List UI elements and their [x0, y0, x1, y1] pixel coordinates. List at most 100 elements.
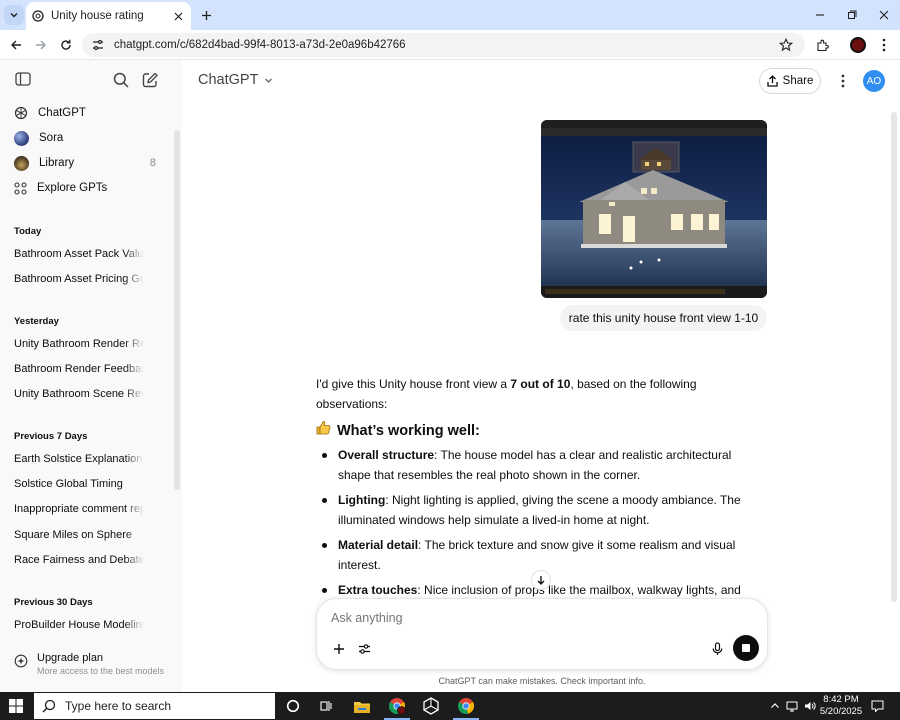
- taskbar-clock[interactable]: 8:42 PM 5/20/2025: [818, 694, 864, 718]
- unity-hub-icon[interactable]: [414, 692, 448, 720]
- bookmark-star-icon[interactable]: [779, 38, 793, 52]
- file-explorer-icon[interactable]: [345, 692, 379, 720]
- tab-search-chevron-icon[interactable]: [4, 5, 24, 25]
- prompt-input[interactable]: [331, 611, 691, 625]
- chatgpt-favicon-icon: [32, 10, 44, 22]
- site-info-icon[interactable]: [92, 39, 104, 51]
- upgrade-subtitle: More access to the best models: [37, 666, 165, 676]
- back-arrow-icon[interactable]: [6, 35, 26, 55]
- conversation-item[interactable]: Unity Bathroom Scene Review: [14, 388, 144, 400]
- sidebar-scrollbar[interactable]: [174, 130, 180, 490]
- taskbar-search-placeholder: Type here to search: [65, 699, 172, 713]
- sidebar-item-library[interactable]: Library 8: [8, 151, 168, 175]
- explore-grid-icon: [14, 181, 27, 195]
- sidebar-item-chatgpt[interactable]: ChatGPT: [8, 101, 168, 125]
- conversation-item[interactable]: Bathroom Asset Pack Value: [14, 248, 144, 260]
- user-avatar[interactable]: AO: [863, 70, 885, 92]
- system-tray: [770, 692, 816, 720]
- browser-toolbar: chatgpt.com/c/682d4bad-99f4-8013-a73d-2e…: [0, 30, 900, 60]
- list-item: Material detail: The brick texture and s…: [316, 535, 766, 575]
- search-chats-icon[interactable]: [113, 72, 129, 88]
- sidebar: ChatGPT Sora Library 8 Explore GPTs Toda…: [0, 60, 182, 692]
- section-title-yesterday: Yesterday: [14, 316, 59, 327]
- windows-start-icon[interactable]: [8, 698, 24, 714]
- conversation-item[interactable]: ProBuilder House Modeling Tips: [14, 619, 144, 631]
- chatgpt-logo-icon: [14, 106, 28, 120]
- notification-center-icon[interactable]: [871, 700, 884, 712]
- conversation-item[interactable]: Earth Solstice Explanation: [14, 453, 144, 465]
- chat-main: ChatGPT Share AO rate this unity house f…: [182, 60, 900, 692]
- arrow-down-icon: [537, 576, 545, 585]
- clock-date: 5/20/2025: [819, 706, 863, 717]
- clock-time: 8:42 PM: [823, 694, 859, 705]
- forward-arrow-icon[interactable]: [31, 35, 51, 55]
- share-upload-icon: [767, 75, 778, 87]
- reply-intro: I'd give this Unity house front view a 7…: [316, 377, 697, 411]
- sora-logo-icon: [14, 130, 29, 146]
- conversation-item[interactable]: Unity Bathroom Render Review: [14, 338, 144, 350]
- conversation-item[interactable]: Bathroom Render Feedback: [14, 363, 144, 375]
- sidebar-item-label: Sora: [39, 132, 64, 144]
- add-attachment-plus-icon[interactable]: [331, 641, 347, 657]
- section-title-today: Today: [14, 226, 42, 237]
- conversation-item[interactable]: Bathroom Asset Pricing Guide: [14, 273, 144, 285]
- model-name: ChatGPT: [198, 72, 259, 88]
- conversation-item[interactable]: Solstice Global Timing: [14, 478, 144, 490]
- upgrade-plan-button[interactable]: Upgrade plan More access to the best mod…: [8, 648, 174, 684]
- browser-profile-avatar[interactable]: [850, 37, 866, 53]
- new-chat-icon[interactable]: [142, 72, 158, 88]
- sidebar-item-explore-gpts[interactable]: Explore GPTs: [8, 176, 168, 200]
- window-close-icon[interactable]: [874, 5, 894, 25]
- stop-generating-button[interactable]: [733, 635, 759, 661]
- reply-bullet-list: Overall structure: The house model has a…: [316, 445, 766, 620]
- user-message-bubble: rate this unity house front view 1-10: [560, 305, 767, 331]
- address-bar[interactable]: chatgpt.com/c/682d4bad-99f4-8013-a73d-2e…: [82, 33, 805, 57]
- reload-icon[interactable]: [56, 35, 76, 55]
- upgrade-sparkle-icon: [14, 654, 28, 668]
- windows-taskbar: Type here to search 8:42 PM 5/20/2025: [0, 692, 900, 720]
- extensions-puzzle-icon[interactable]: [812, 35, 832, 55]
- chat-scrollbar[interactable]: [891, 112, 897, 602]
- taskbar-search-box[interactable]: Type here to search: [34, 693, 275, 719]
- tools-sliders-icon[interactable]: [356, 641, 372, 657]
- browser-tab-active[interactable]: Unity house rating: [26, 2, 191, 30]
- tray-chevron-up-icon[interactable]: [770, 701, 780, 711]
- library-count-badge: 8: [149, 157, 156, 169]
- list-item: Overall structure: The house model has a…: [316, 445, 766, 485]
- scroll-to-bottom-button[interactable]: [531, 570, 551, 590]
- microphone-icon[interactable]: [709, 641, 725, 657]
- browser-menu-icon[interactable]: [876, 35, 892, 55]
- new-tab-plus-icon[interactable]: [197, 6, 215, 24]
- section-title-previous-7-days: Previous 7 Days: [14, 431, 88, 442]
- upgrade-title: Upgrade plan: [37, 652, 104, 664]
- reply-score: 7 out of 10: [510, 377, 571, 391]
- url-text: chatgpt.com/c/682d4bad-99f4-8013-a73d-2e…: [114, 39, 406, 51]
- tab-close-icon[interactable]: [171, 9, 185, 23]
- library-thumbnail-icon: [14, 155, 29, 171]
- window-minimize-icon[interactable]: [810, 5, 830, 25]
- conversation-options-icon[interactable]: [833, 70, 853, 92]
- conversation-item[interactable]: Race Fairness and Debate: [14, 554, 144, 566]
- stop-square-icon: [742, 644, 750, 652]
- browser-tab-bar: Unity house rating: [0, 0, 900, 30]
- cortana-circle-icon[interactable]: [276, 692, 310, 720]
- window-restore-icon[interactable]: [842, 5, 862, 25]
- volume-icon[interactable]: [804, 700, 816, 712]
- network-icon[interactable]: [786, 700, 798, 712]
- task-view-icon[interactable]: [309, 692, 343, 720]
- share-button[interactable]: Share: [759, 68, 821, 94]
- toggle-sidebar-icon[interactable]: [15, 72, 31, 86]
- sidebar-item-sora[interactable]: Sora: [8, 126, 168, 150]
- sidebar-item-label: Explore GPTs: [37, 182, 108, 194]
- chrome-profile-icon[interactable]: [380, 692, 414, 720]
- conversation-item[interactable]: Square Miles on Sphere: [14, 529, 144, 541]
- chevron-down-icon: [265, 78, 273, 83]
- model-selector-button[interactable]: ChatGPT: [198, 72, 273, 88]
- chrome-icon[interactable]: [449, 692, 483, 720]
- thumbs-up-emoji-icon: [316, 420, 331, 441]
- list-item: Lighting: Night lighting is applied, giv…: [316, 490, 766, 530]
- conversation-item[interactable]: Inappropriate comment report: [14, 503, 144, 515]
- section-title-previous-30-days: Previous 30 Days: [14, 597, 93, 608]
- disclaimer-text: ChatGPT can make mistakes. Check importa…: [438, 676, 646, 686]
- attached-image[interactable]: [541, 120, 767, 298]
